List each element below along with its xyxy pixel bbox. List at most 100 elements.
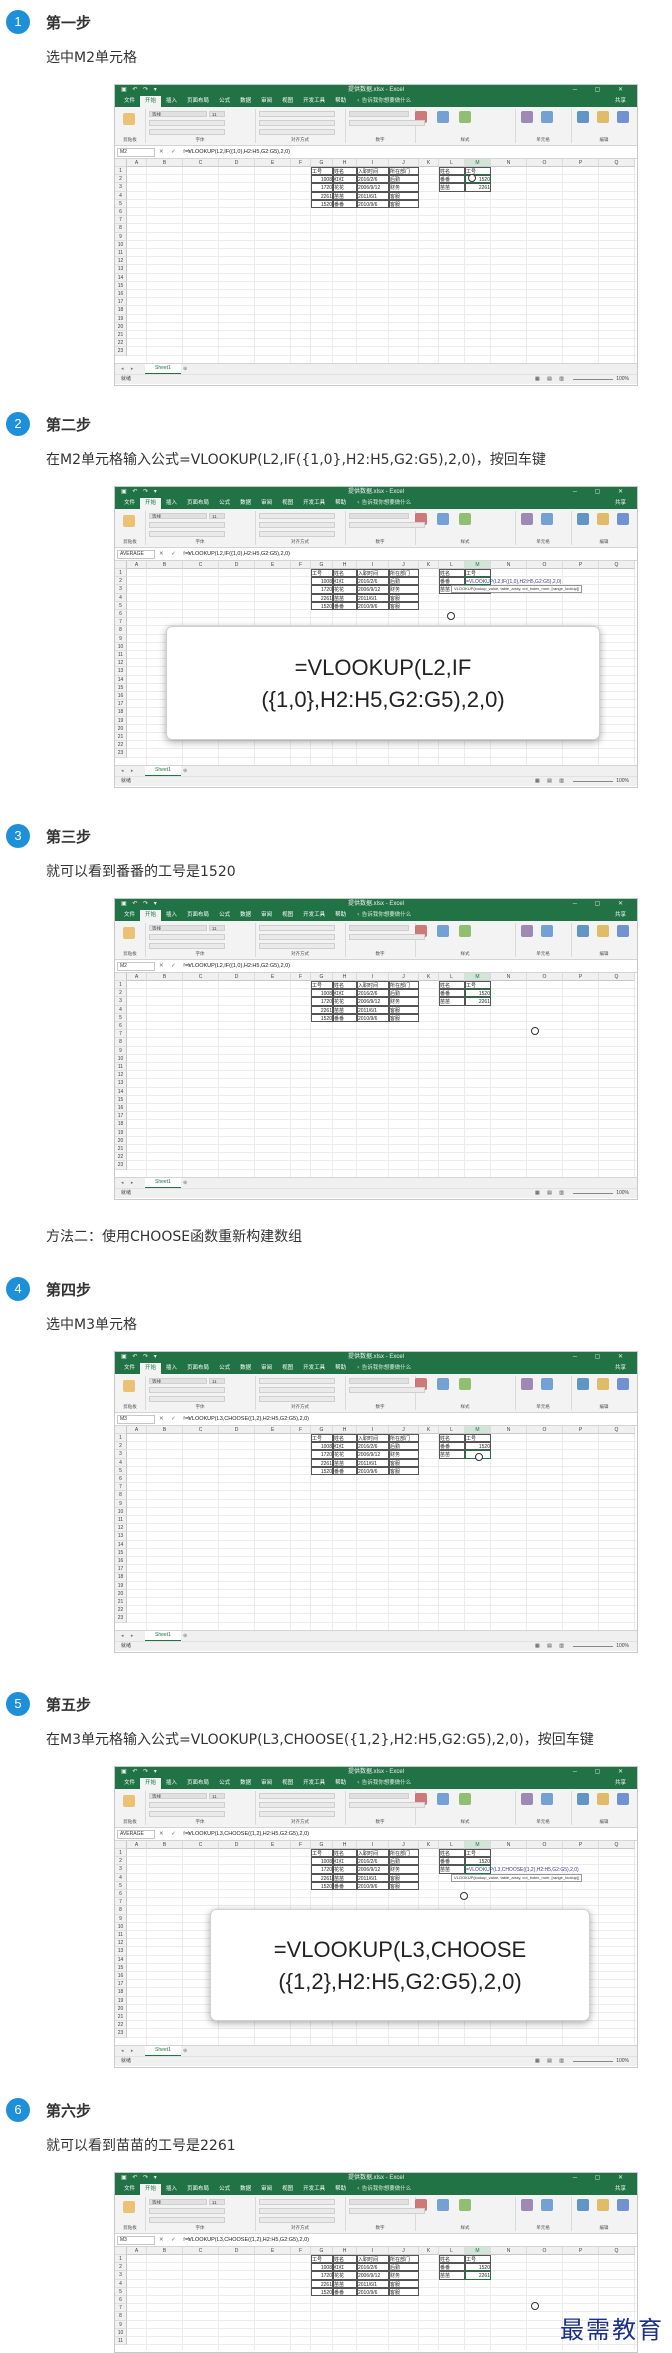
window-controls-icon[interactable]: ─ ▢ ✕	[573, 899, 631, 910]
table-cell[interactable]: 2010/9/6	[357, 601, 389, 610]
table-cell[interactable]: 1520	[311, 1881, 333, 1890]
row-header[interactable]: 8	[115, 2312, 127, 2321]
table-cell[interactable]: 1520	[311, 601, 333, 610]
ribbon-tab[interactable]: 审阅	[256, 2184, 277, 2195]
select-all-corner[interactable]	[115, 2247, 127, 2255]
window-controls-icon[interactable]: ─ ▢ ✕	[573, 85, 631, 96]
column-header[interactable]: C	[183, 2247, 219, 2255]
table-header-cell[interactable]: 所在部门	[389, 981, 419, 990]
ribbon-tab[interactable]: 开发工具	[298, 498, 330, 509]
column-header[interactable]: O	[527, 1426, 563, 1434]
table-header-cell[interactable]: 入职时间	[357, 981, 389, 990]
number-format-select[interactable]	[349, 1378, 409, 1384]
column-header[interactable]: B	[147, 159, 183, 167]
font-name-select[interactable]: 等线	[149, 1793, 207, 1799]
ribbon-small-button[interactable]	[259, 1396, 335, 1402]
row-header[interactable]: 4	[115, 191, 127, 200]
name-box[interactable]: AVERAGE	[117, 1830, 155, 1839]
ribbon-small-button[interactable]	[259, 120, 335, 126]
row-header[interactable]: 17	[115, 1565, 127, 1574]
ribbon-small-button[interactable]	[149, 120, 225, 126]
column-header[interactable]: H	[333, 1426, 357, 1434]
column-header[interactable]: O	[527, 1841, 563, 1849]
active-cell[interactable]: =VLOOKUP(L2,IF({1,0},H2:H5,G2:G5),2,0)	[465, 577, 561, 586]
table-cell[interactable]: 花花	[333, 1450, 357, 1459]
select-all-corner[interactable]	[115, 1426, 127, 1434]
table-cell[interactable]: 2011/6/1	[357, 2279, 389, 2288]
table-cell[interactable]: 1720	[311, 183, 333, 192]
row-header[interactable]: 19	[115, 1996, 127, 2005]
table-header-cell[interactable]: 姓名	[333, 981, 357, 990]
table-cell[interactable]: 红红	[333, 989, 357, 998]
row-header[interactable]: 18	[115, 1573, 127, 1582]
row-header[interactable]: 4	[115, 1458, 127, 1467]
ribbon-tab[interactable]: 插入	[161, 910, 182, 921]
column-header[interactable]: N	[491, 561, 527, 569]
column-header[interactable]: A	[127, 561, 147, 569]
ribbon-tab[interactable]: 文件	[119, 498, 140, 509]
ribbon-small-button[interactable]	[349, 1387, 425, 1393]
column-header[interactable]: G	[311, 1841, 333, 1849]
row-header[interactable]: 2	[115, 175, 127, 184]
ribbon-small-button[interactable]	[349, 1802, 425, 1808]
table-header-cell[interactable]: 所在部门	[389, 569, 419, 578]
row-header[interactable]: 21	[115, 1598, 127, 1607]
ribbon-tab[interactable]: 审阅	[256, 1363, 277, 1374]
column-header[interactable]: Q	[599, 973, 635, 981]
ribbon-tab[interactable]: 帮助	[330, 1778, 351, 1789]
ribbon-command-icon[interactable]	[437, 1378, 449, 1390]
row-header[interactable]: 5	[115, 2287, 127, 2296]
table-cell[interactable]: 1520	[311, 1466, 333, 1475]
row-header[interactable]: 3	[115, 183, 127, 192]
lookup-header-cell[interactable]: 姓名	[439, 2255, 465, 2264]
table-cell[interactable]: 财务	[389, 997, 419, 1006]
font-size-select[interactable]: 11	[209, 1378, 225, 1384]
row-header[interactable]: 16	[115, 692, 127, 701]
ribbon-tab[interactable]: 审阅	[256, 498, 277, 509]
column-header[interactable]: Q	[599, 2247, 635, 2255]
column-header[interactable]: K	[419, 561, 439, 569]
lookup-name-cell[interactable]: 番番	[439, 1442, 465, 1451]
ribbon-small-button[interactable]	[349, 522, 425, 528]
select-all-corner[interactable]	[115, 159, 127, 167]
worksheet-grid[interactable]: A B C D E F G H I J K L M N O P Q 1 2 3 4 5 6 7 8 9 10 11 12 13 14 15 16…	[115, 1426, 637, 1630]
lookup-header-cell[interactable]: 姓名	[439, 1434, 465, 1443]
ribbon-command-icon[interactable]	[541, 2199, 553, 2211]
ribbon-command-icon[interactable]	[459, 111, 471, 123]
column-header[interactable]: L	[439, 973, 465, 981]
column-header[interactable]: H	[333, 2247, 357, 2255]
active-cell[interactable]: =VLOOKUP(L3,CHOOSE({1,2},H2:H5,G2:G5),2,…	[465, 1865, 579, 1874]
table-cell[interactable]: 2011/6/1	[357, 1005, 389, 1014]
view-buttons-icon[interactable]: ▦ ▤ ▥	[535, 1642, 567, 1651]
ribbon-small-button[interactable]	[149, 129, 225, 135]
column-header[interactable]: L	[439, 159, 465, 167]
row-header[interactable]: 12	[115, 1939, 127, 1948]
name-box[interactable]: M3	[117, 1415, 155, 1424]
row-header[interactable]: 2	[115, 1442, 127, 1451]
ribbon-tab[interactable]: 审阅	[256, 910, 277, 921]
column-header[interactable]: D	[219, 2247, 255, 2255]
table-cell[interactable]: 客服	[389, 1013, 419, 1022]
table-cell[interactable]: 苗苗	[333, 2279, 357, 2288]
quick-access-icons[interactable]: ▣ ↶ ↷ ▾	[121, 899, 159, 910]
row-header[interactable]: 6	[115, 610, 127, 619]
row-header[interactable]: 20	[115, 724, 127, 733]
table-cell[interactable]: 1720	[311, 1450, 333, 1459]
row-header[interactable]: 5	[115, 1466, 127, 1475]
table-cell[interactable]: 2261	[311, 593, 333, 602]
ribbon-small-button[interactable]	[149, 2217, 225, 2223]
sheet-nav-arrows-icon[interactable]: ◂ ▸	[121, 766, 136, 776]
table-cell[interactable]: 番番	[333, 1881, 357, 1890]
share-button[interactable]: 共享	[610, 498, 631, 509]
ribbon-small-button[interactable]	[259, 2217, 335, 2223]
table-header-cell[interactable]: 所在部门	[389, 2255, 419, 2264]
row-header[interactable]: 14	[115, 273, 127, 282]
lookup-header-cell[interactable]: 姓名	[439, 981, 465, 990]
column-header[interactable]: L	[439, 2247, 465, 2255]
lookup-result-cell[interactable]: 1520	[465, 1442, 491, 1451]
row-header[interactable]: 18	[115, 306, 127, 315]
lookup-name-cell[interactable]: 苗苗	[439, 2271, 465, 2280]
ribbon-tab[interactable]: 数据	[235, 1778, 256, 1789]
table-cell[interactable]: 2010/9/6	[357, 2287, 389, 2296]
table-cell[interactable]: 客服	[389, 1458, 419, 1467]
